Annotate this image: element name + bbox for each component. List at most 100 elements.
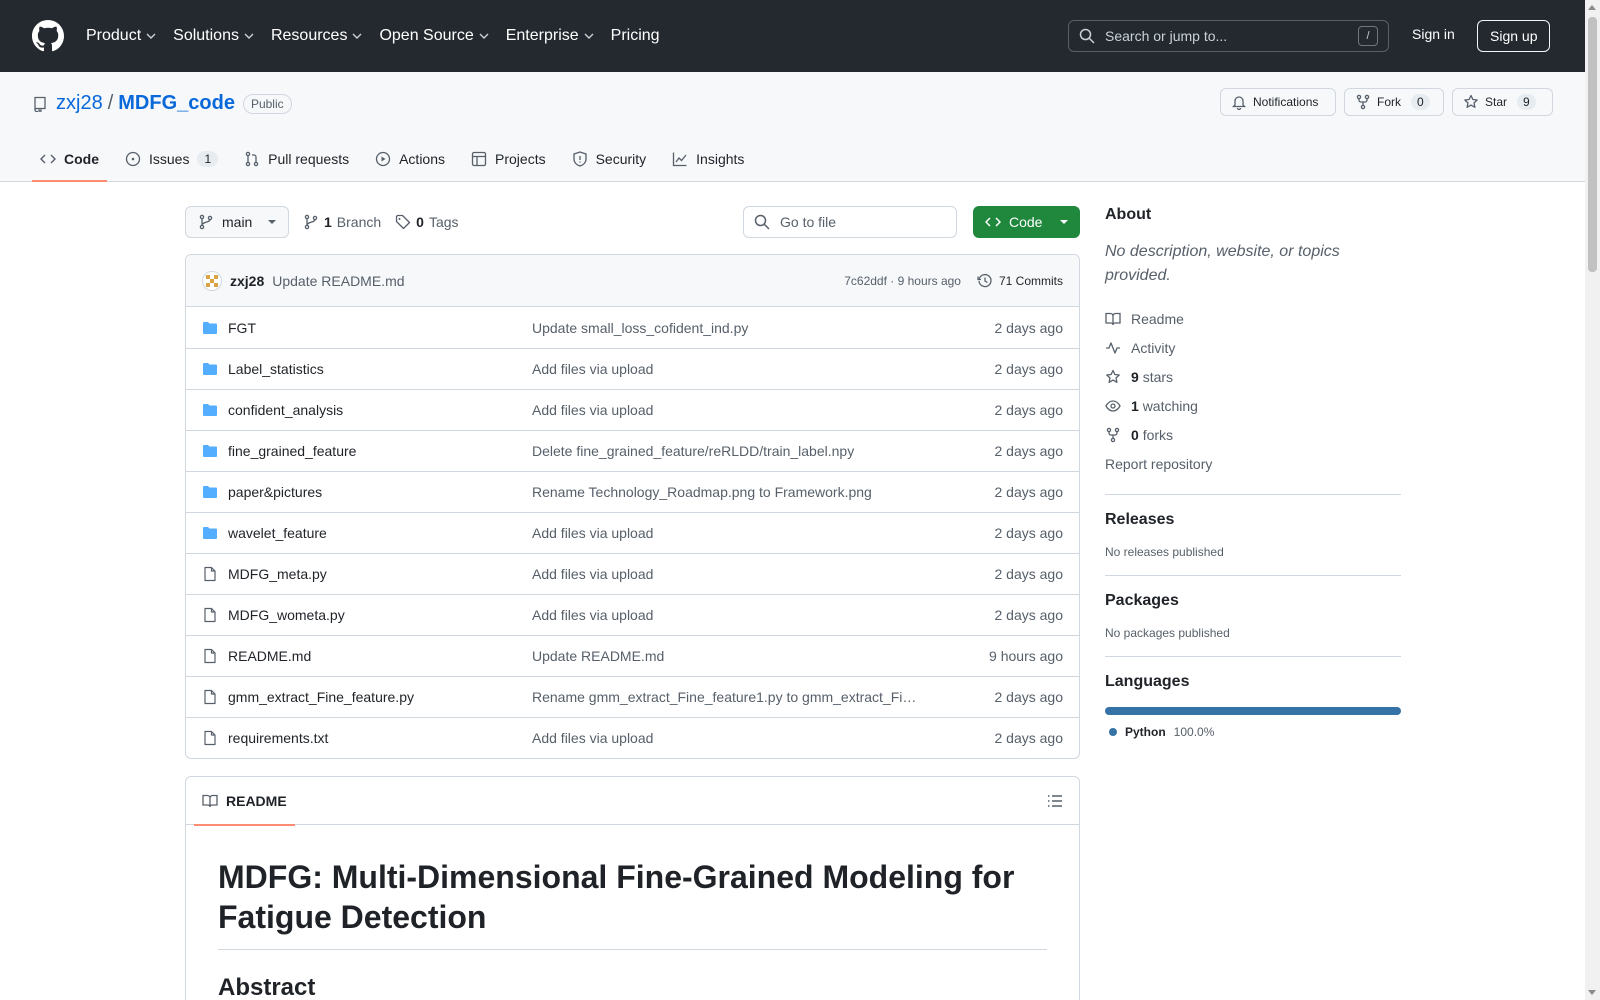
caret-down-icon (268, 220, 276, 224)
scrollbar-thumb[interactable] (1588, 17, 1597, 272)
file-row[interactable]: MDFG_wometa.py Add files via upload 2 days… (186, 594, 1079, 635)
avatar[interactable] (202, 270, 222, 291)
outline-list-icon[interactable] (1047, 793, 1063, 809)
commit-sha-time[interactable]: 7c62ddf · 9 hours ago (844, 274, 961, 288)
notifications-button[interactable]: Notifications (1220, 88, 1336, 116)
github-logo-icon[interactable] (32, 20, 64, 52)
sign-in-link[interactable]: Sign in (1412, 26, 1455, 42)
scroll-up-arrow[interactable] (1588, 5, 1596, 10)
file-row[interactable]: paper&pictures Rename Technology_Roadmap.… (186, 471, 1079, 512)
file-commit-message[interactable]: Rename gmm_extract_Fine_feature1.py to g… (532, 689, 922, 705)
fork-button[interactable]: Fork 0 (1344, 88, 1444, 116)
branch-toolbar: main 1 Branch 0 Tags Go to file Code (185, 206, 1080, 238)
readme-header: README (186, 777, 1079, 826)
fork-icon (1356, 94, 1370, 110)
star-icon (1106, 369, 1120, 383)
file-commit-message[interactable]: Update small_loss_cofident_ind.py (532, 320, 922, 336)
tab-projects-label: Projects (495, 151, 546, 167)
file-name-link[interactable]: gmm_extract_Fine_feature.py (202, 689, 532, 705)
commit-author[interactable]: zxj28 (230, 273, 264, 289)
file-commit-date: 2 days ago (994, 402, 1064, 418)
watching-link[interactable]: 1 watching (1105, 391, 1401, 420)
file-name-link[interactable]: requirements.txt (202, 730, 532, 746)
file-row[interactable]: wavelet_feature Add files via upload 2 day… (186, 512, 1079, 553)
file-row[interactable]: Label_statistics Add files via upload 2 da… (186, 348, 1079, 389)
commit-message[interactable]: Update README.md (272, 273, 404, 289)
tab-actions[interactable]: Actions (367, 136, 453, 182)
file-icon (204, 730, 216, 746)
file-row[interactable]: gmm_extract_Fine_feature.py Rename gmm_ex… (186, 676, 1079, 717)
file-commit-message[interactable]: Add files via upload (532, 566, 922, 582)
nav-product[interactable]: Product (86, 27, 156, 45)
releases-title[interactable]: Releases (1105, 511, 1401, 529)
activity-link[interactable]: Activity (1105, 333, 1401, 362)
fork-count: 0 (1411, 94, 1430, 110)
tab-insights[interactable]: Insights (664, 136, 752, 182)
stars-link[interactable]: 9 stars (1105, 362, 1401, 391)
tags-link[interactable]: 0 Tags (395, 214, 459, 230)
repo-name-link[interactable]: MDFG_code (118, 92, 235, 115)
tab-projects[interactable]: Projects (463, 136, 554, 182)
file-commit-date: 2 days ago (994, 361, 1064, 377)
nav-solutions[interactable]: Solutions (173, 27, 254, 45)
tab-code[interactable]: Code (32, 136, 107, 182)
file-name-link[interactable]: MDFG_wometa.py (202, 607, 532, 623)
commits-link[interactable]: 71 Commits (977, 273, 1063, 289)
file-row[interactable]: requirements.txt Add files via upload 2 da… (186, 717, 1079, 758)
branches-link[interactable]: 1 Branch (303, 214, 381, 230)
file-commit-message[interactable]: Delete fine_grained_feature/reRLDD/train… (532, 443, 922, 459)
sign-up-button[interactable]: Sign up (1477, 20, 1551, 52)
repo-title: zxj28 / MDFG_code Public (32, 92, 292, 115)
packages-title[interactable]: Packages (1105, 592, 1401, 610)
star-button[interactable]: Star 9 (1452, 88, 1553, 116)
file-commit-date: 2 days ago (994, 525, 1064, 541)
tab-issues[interactable]: Issues 1 (117, 136, 226, 182)
scroll-down-arrow[interactable] (1588, 990, 1596, 995)
file-commit-message[interactable]: Rename Technology_Roadmap.png to Framewo… (532, 484, 922, 500)
language-item[interactable]: Python 100.0% (1109, 725, 1401, 739)
file-row[interactable]: MDFG_meta.py Add files via upload 2 days a… (186, 553, 1079, 594)
go-to-file-input[interactable]: Go to file (743, 206, 957, 238)
folder-icon (203, 445, 217, 457)
file-commit-message[interactable]: Add files via upload (532, 402, 922, 418)
file-commit-message[interactable]: Add files via upload (532, 607, 922, 623)
file-commit-message[interactable]: Add files via upload (532, 730, 922, 746)
report-repository-link[interactable]: Report repository (1105, 449, 1401, 478)
file-name: Label_statistics (228, 361, 324, 377)
file-name-link[interactable]: paper&pictures (202, 484, 532, 500)
file-name-link[interactable]: FGT (202, 320, 532, 336)
readme-link[interactable]: Readme (1105, 304, 1401, 333)
tab-pull-requests[interactable]: Pull requests (236, 136, 357, 182)
file-name: wavelet_feature (228, 525, 327, 541)
file-name-link[interactable]: fine_grained_feature (202, 443, 532, 459)
file-commit-message[interactable]: Add files via upload (532, 361, 922, 377)
repo-owner-link[interactable]: zxj28 (56, 92, 103, 115)
tab-security[interactable]: Security (564, 136, 655, 182)
nav-pricing[interactable]: Pricing (611, 27, 660, 45)
file-icon (204, 566, 216, 582)
file-name-link[interactable]: Label_statistics (202, 361, 532, 377)
file-commit-message[interactable]: Update README.md (532, 648, 922, 664)
file-commit-message[interactable]: Add files via upload (532, 525, 922, 541)
readme-panel: README MDFG: Multi-Dimensional Fine-Grai… (185, 776, 1080, 1000)
code-button[interactable]: Code (973, 206, 1080, 238)
file-row[interactable]: fine_grained_feature Delete fine_grained_… (186, 430, 1079, 471)
nav-resources[interactable]: Resources (271, 27, 362, 45)
file-row[interactable]: FGT Update small_loss_cofident_ind.py 2 da… (186, 307, 1079, 348)
file-commit-date: 2 days ago (994, 443, 1064, 459)
file-name-link[interactable]: wavelet_feature (202, 525, 532, 541)
forks-link[interactable]: 0 forks (1105, 420, 1401, 449)
file-name-link[interactable]: confident_analysis (202, 402, 532, 418)
nav-enterprise[interactable]: Enterprise (506, 27, 594, 45)
branch-selector[interactable]: main (185, 206, 289, 238)
page-scrollbar[interactable] (1585, 0, 1600, 1000)
file-name-link[interactable]: README.md (202, 648, 532, 664)
file-name-link[interactable]: MDFG_meta.py (202, 566, 532, 582)
forks-label: forks (1142, 426, 1174, 443)
file-row[interactable]: README.md Update README.md 9 hours ago (186, 635, 1079, 676)
file-row[interactable]: confident_analysis Add files via upload 2 … (186, 389, 1079, 430)
nav-open-source[interactable]: Open Source (379, 27, 489, 45)
search-input[interactable]: Search or jump to... / (1068, 20, 1389, 52)
readme-tab[interactable]: README (194, 777, 295, 826)
commits-label: 71 Commits (998, 273, 1063, 288)
